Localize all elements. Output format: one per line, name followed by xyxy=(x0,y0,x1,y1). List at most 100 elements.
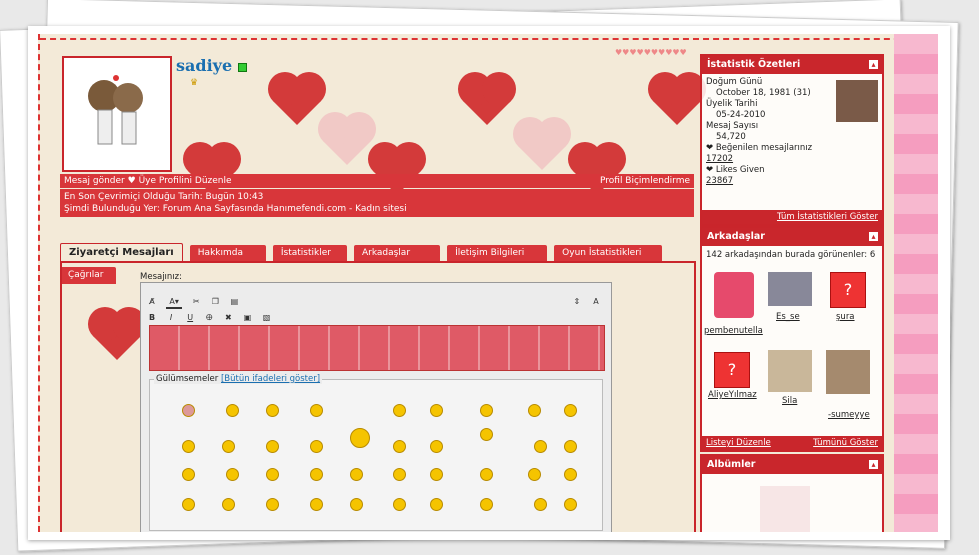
show-all-stats-link[interactable]: Tüm İstatistikleri Göster xyxy=(777,212,878,222)
avatar[interactable] xyxy=(62,56,172,172)
smiley-icon[interactable] xyxy=(480,498,493,511)
likes-given-value[interactable]: 23867 xyxy=(706,176,878,187)
bold-icon[interactable]: B xyxy=(147,313,157,323)
message-textarea[interactable] xyxy=(149,325,605,371)
remove-link-icon[interactable]: ✖ xyxy=(223,313,233,323)
smiley-icon[interactable] xyxy=(182,468,195,481)
resize-icon[interactable]: ⇕ xyxy=(572,297,582,307)
posts-label: Mesaj Sayısı xyxy=(706,121,759,131)
smiley-icon[interactable] xyxy=(393,468,406,481)
smiley-icon[interactable] xyxy=(528,468,541,481)
smiley-icon[interactable] xyxy=(310,440,323,453)
smiley-icon[interactable] xyxy=(266,440,279,453)
collapse-icon[interactable]: ▴ xyxy=(869,60,878,69)
smiley-icon[interactable] xyxy=(310,468,323,481)
friend-name[interactable]: pembenutella xyxy=(704,326,763,336)
friend-avatar[interactable] xyxy=(826,350,870,394)
tab-friends[interactable]: Arkadaşlar xyxy=(353,245,440,262)
textarea-pattern xyxy=(150,326,604,370)
friends-header[interactable]: Arkadaşlar ▴ xyxy=(702,228,882,246)
smiley-icon[interactable] xyxy=(310,498,323,511)
smiley-icon[interactable] xyxy=(226,468,239,481)
smiley-icon[interactable] xyxy=(393,498,406,511)
smiley-icon[interactable] xyxy=(393,404,406,417)
friend-avatar[interactable]: ? xyxy=(714,352,750,388)
friend-name[interactable]: -sumeyye xyxy=(828,410,870,420)
smiley-icon[interactable] xyxy=(528,404,541,417)
smiley-icon[interactable] xyxy=(564,440,577,453)
switch-mode-icon[interactable]: A xyxy=(591,297,601,307)
smilies-box: Gülümsemeler [Bütün ifadeleri göster] xyxy=(149,374,603,531)
stats-panel: İstatistik Özetleri ▴ Doğum Günü October … xyxy=(700,54,884,226)
albums-title: Albümler xyxy=(707,459,756,470)
smiley-icon[interactable] xyxy=(182,404,195,417)
smiley-icon[interactable] xyxy=(430,468,443,481)
smiley-icon[interactable] xyxy=(350,498,363,511)
tab-contact-info[interactable]: İletişim Bilgileri xyxy=(447,245,548,262)
friend-name[interactable]: AliyeYılmaz xyxy=(708,390,757,400)
smiley-icon[interactable] xyxy=(266,498,279,511)
smiley-icon[interactable] xyxy=(266,468,279,481)
tab-about[interactable]: Hakkımda xyxy=(189,245,266,262)
stats-header[interactable]: İstatistik Özetleri ▴ xyxy=(702,56,882,74)
tab-visitor-messages[interactable]: Ziyaretçi Mesajları xyxy=(60,243,183,261)
friend-avatar[interactable] xyxy=(768,272,812,306)
friend-avatar[interactable] xyxy=(768,350,812,392)
smiley-icon[interactable] xyxy=(480,428,493,441)
smiley-icon[interactable] xyxy=(564,498,577,511)
editor-toolbar-right: ⇕ A xyxy=(572,289,605,308)
smiley-icon[interactable] xyxy=(430,404,443,417)
friend-name[interactable]: şura xyxy=(836,312,855,322)
edit-profile-link[interactable]: Üye Profilini Düzenle xyxy=(139,176,232,186)
underline-icon[interactable]: U xyxy=(185,313,195,323)
edit-friends-link[interactable]: Listeyi Düzenle xyxy=(706,438,771,448)
stats-avatar[interactable] xyxy=(836,80,878,122)
send-message-link[interactable]: Mesaj gönder xyxy=(64,176,125,186)
profile-tabs: Ziyaretçi Mesajları Hakkımda İstatistikl… xyxy=(60,240,694,284)
album-thumbnail[interactable] xyxy=(760,486,810,532)
smiley-icon[interactable] xyxy=(564,404,577,417)
likes-given-label: Likes Given xyxy=(715,165,765,175)
collapse-icon[interactable]: ▴ xyxy=(869,232,878,241)
smiley-icon[interactable] xyxy=(480,404,493,417)
insert-image-icon[interactable]: ▣ xyxy=(242,313,252,323)
smiley-icon[interactable] xyxy=(266,404,279,417)
smiley-icon[interactable] xyxy=(430,498,443,511)
profile-action-bar: Mesaj gönder ♥ Üye Profilini Düzenle Pro… xyxy=(60,174,694,188)
likes-value[interactable]: 17202 xyxy=(706,154,878,165)
friend-name[interactable]: Es_se xyxy=(776,312,800,322)
heart-decoration xyxy=(462,76,512,126)
smiley-icon[interactable] xyxy=(222,498,235,511)
profile-page: sadiye ♛ ♥♥♥♥♥♥♥♥♥♥ Mesaj gönder ♥ Üye P… xyxy=(38,34,938,532)
smiley-icon[interactable] xyxy=(182,498,195,511)
smiley-icon[interactable] xyxy=(350,468,363,481)
albums-header[interactable]: Albümler ▴ xyxy=(702,456,882,474)
smiley-icon[interactable] xyxy=(480,468,493,481)
online-status-icon xyxy=(238,63,247,72)
smiley-icon[interactable] xyxy=(226,404,239,417)
smiley-icon[interactable] xyxy=(534,498,547,511)
friend-avatar[interactable] xyxy=(714,272,754,318)
smiley-icon[interactable] xyxy=(534,440,547,453)
insert-link-icon[interactable]: 🜨 xyxy=(204,313,214,323)
stats-footer: Tüm İstatistikleri Göster xyxy=(702,210,882,224)
smiley-icon[interactable] xyxy=(222,440,235,453)
tab-game-stats[interactable]: Oyun İstatistikleri xyxy=(554,245,663,262)
tab-statistics[interactable]: İstatistikler xyxy=(272,245,347,262)
collapse-icon[interactable]: ▴ xyxy=(869,460,878,469)
username[interactable]: sadiye xyxy=(176,56,232,75)
show-all-smilies-link[interactable]: [Bütün ifadeleri göster] xyxy=(221,374,320,384)
italic-icon[interactable]: I xyxy=(166,313,176,323)
insert-picture-icon[interactable]: ▧ xyxy=(262,313,272,323)
smiley-icon[interactable] xyxy=(350,428,370,448)
smiley-icon[interactable] xyxy=(393,440,406,453)
heart-icon: ❤ xyxy=(706,143,716,153)
smiley-icon[interactable] xyxy=(310,404,323,417)
friend-name[interactable]: Sila xyxy=(782,396,797,406)
show-all-friends-link[interactable]: Tümünü Göster xyxy=(813,436,878,450)
smiley-icon[interactable] xyxy=(182,440,195,453)
friend-avatar[interactable]: ? xyxy=(830,272,866,308)
customize-profile-link[interactable]: Profil Biçimlendirme xyxy=(600,174,690,188)
smiley-icon[interactable] xyxy=(430,440,443,453)
smiley-icon[interactable] xyxy=(564,468,577,481)
